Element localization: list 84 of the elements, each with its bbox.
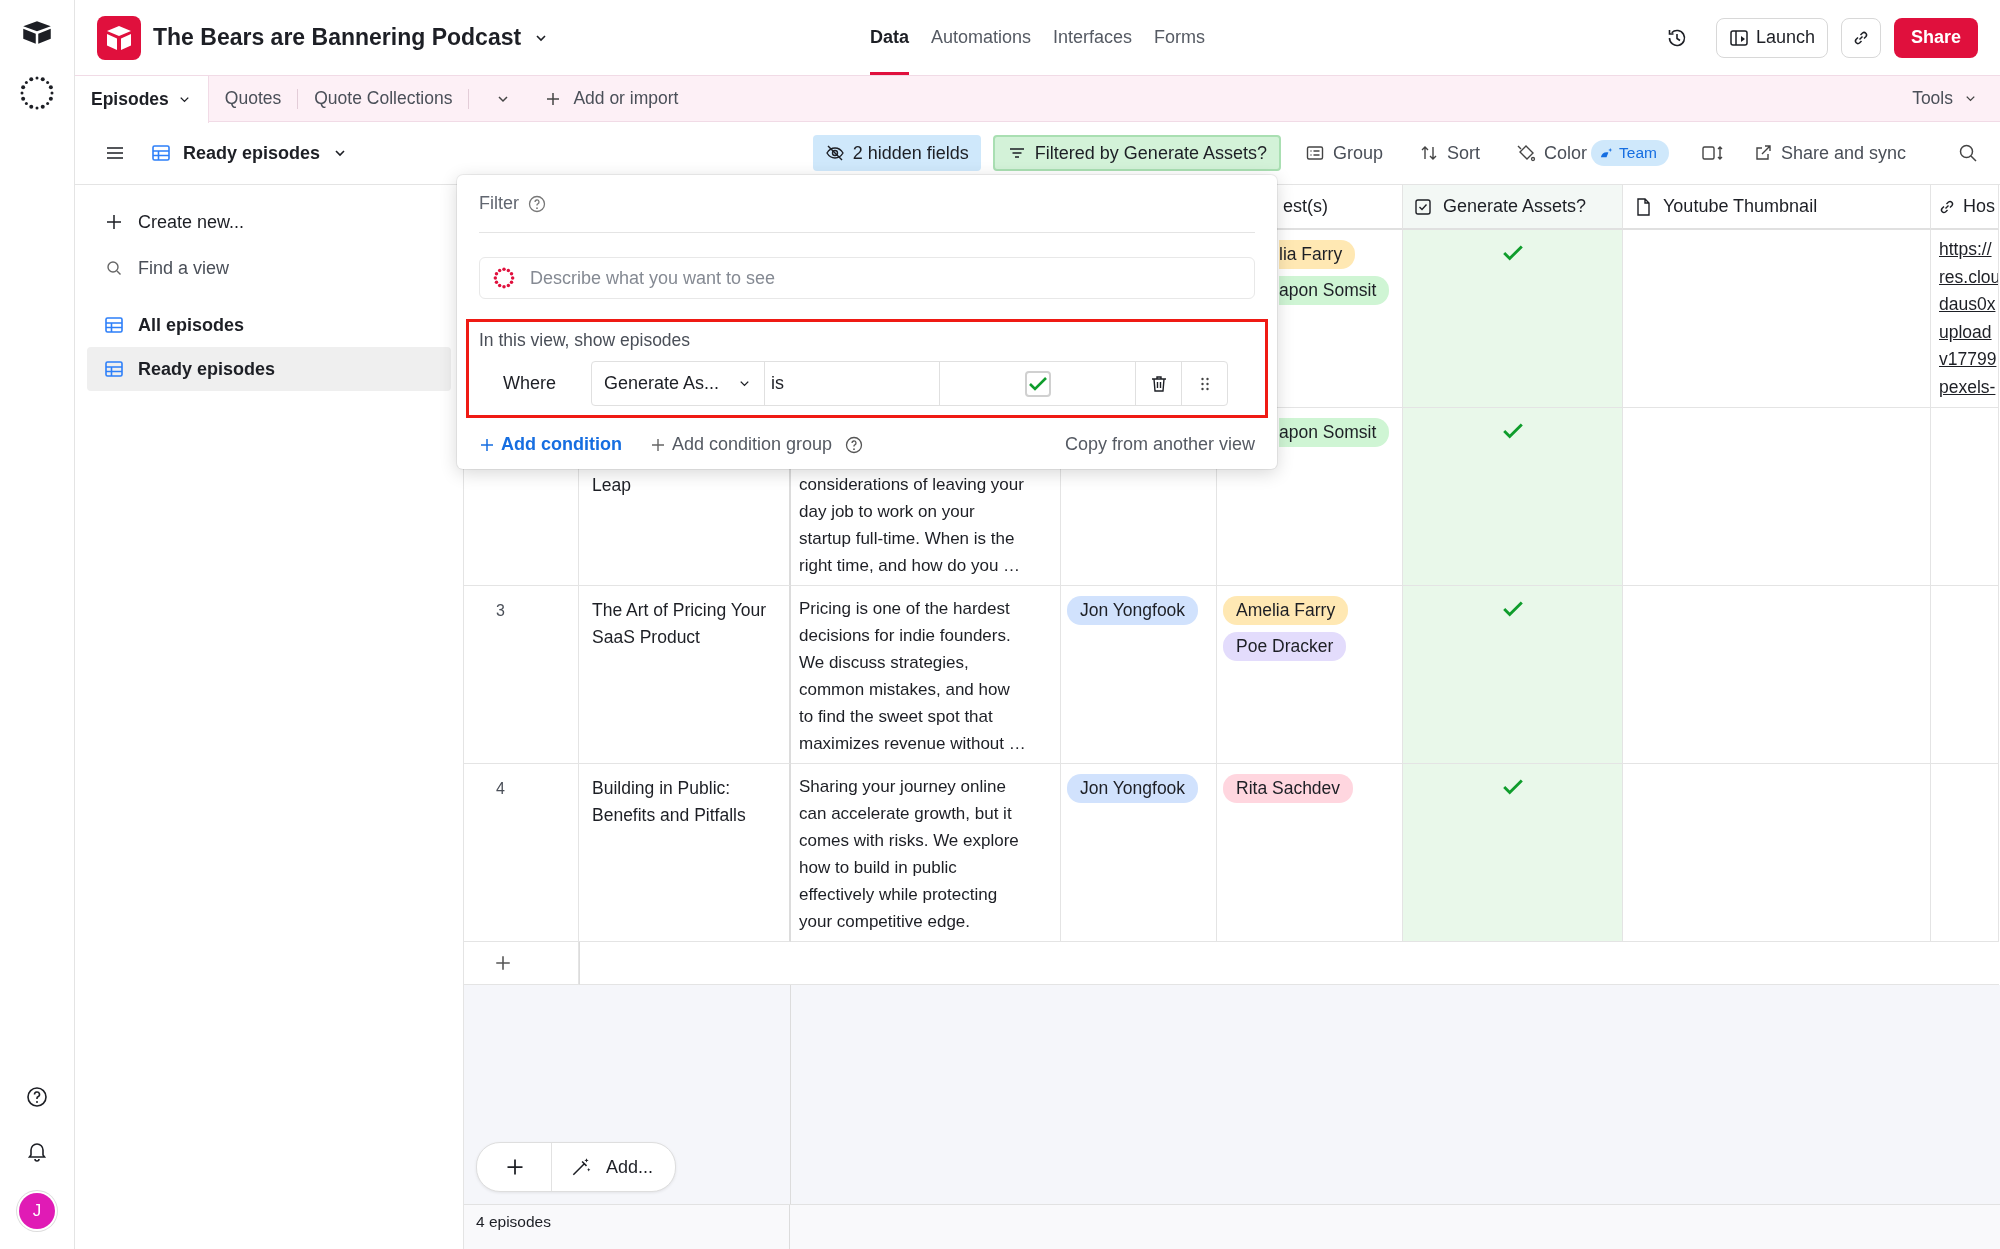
checkmark-icon[interactable] xyxy=(1501,778,1524,796)
value-checkbox[interactable] xyxy=(1024,370,1051,397)
add-with-ai-button[interactable]: Add... xyxy=(552,1156,676,1178)
create-view-button[interactable]: Create new... xyxy=(87,199,451,245)
hidden-fields-button[interactable]: 2 hidden fields xyxy=(812,135,981,171)
filter-button[interactable]: Filtered by Generate Assets? xyxy=(992,135,1281,171)
where-label: Where xyxy=(502,373,557,394)
checkbox-icon xyxy=(1413,196,1433,217)
grid-icon xyxy=(104,359,124,379)
guest-tag: Poe Dracker xyxy=(1223,632,1347,661)
popup-title: Filter xyxy=(479,193,519,214)
search-icon[interactable] xyxy=(1958,143,1978,163)
checkmark-icon xyxy=(1027,375,1048,392)
find-view-field[interactable]: Find a view xyxy=(87,245,451,291)
checkmark-icon[interactable] xyxy=(1501,244,1524,262)
guest-tag: apon Somsit xyxy=(1279,276,1390,305)
plus-icon xyxy=(494,954,512,972)
dotted-ring-icon xyxy=(491,265,517,291)
nav-tab[interactable]: Interfaces xyxy=(1053,0,1133,75)
grid-icon xyxy=(151,143,171,163)
column-header[interactable]: Hos xyxy=(1931,185,1999,230)
add-condition-button[interactable]: Add condition xyxy=(479,434,622,455)
row-number: 3 xyxy=(496,602,505,619)
table-tab[interactable]: Quotes xyxy=(208,76,298,121)
user-avatar[interactable]: J xyxy=(19,1193,55,1229)
grid-icon xyxy=(104,315,124,335)
drag-handle-icon xyxy=(1199,375,1210,392)
base-title[interactable]: The Bears are Bannering Podcast xyxy=(153,24,522,51)
operator-select[interactable]: is xyxy=(765,362,940,405)
episode-description: Sharing your journey online can accelerate growth, but it comes with risks. We explore how to build in public effectively while protecting your competitive edge. xyxy=(799,776,1019,933)
share-and-sync-button[interactable]: Share and sync xyxy=(1740,135,1918,171)
checkmark-icon[interactable] xyxy=(1501,600,1524,618)
guest-tag: lia Farry xyxy=(1279,240,1356,269)
ai-filter-field[interactable]: Describe what you want to see xyxy=(479,257,1255,299)
logo-icon[interactable] xyxy=(22,20,52,45)
group-button[interactable]: Group xyxy=(1292,135,1395,171)
eye-off-icon xyxy=(824,143,845,163)
column-header[interactable]: Generate Assets? xyxy=(1403,185,1623,230)
filter-intro: In this view, show episodes xyxy=(479,330,692,351)
list-icon xyxy=(1304,143,1325,163)
row-number: 4 xyxy=(496,780,505,797)
field-select[interactable]: Generate As... xyxy=(592,362,765,405)
nav-tab[interactable]: Forms xyxy=(1154,0,1206,75)
record-count: 4 episodes xyxy=(464,1205,790,1249)
plus-icon xyxy=(650,436,666,453)
plus-icon xyxy=(545,90,562,107)
tools-menu[interactable]: Tools xyxy=(1912,88,2000,109)
help-icon[interactable] xyxy=(25,1085,49,1109)
host-tag: Jon Yongfook xyxy=(1067,774,1199,803)
episode-title: The Art of Pricing Your SaaS Product xyxy=(592,599,768,649)
view-list-item[interactable]: Ready episodes xyxy=(87,347,451,391)
color-button[interactable]: Color xyxy=(1504,135,1591,171)
add-or-import-button[interactable]: Add or import xyxy=(545,88,679,109)
plus-icon xyxy=(479,436,495,453)
share-button[interactable]: Share xyxy=(1893,17,1978,58)
episode-description: Pricing is one of the hardest decisions for indie founders. We discuss strategies, common mistakes, and how to find the sweet spot that maximizes revenue without … xyxy=(799,598,1026,755)
team-badge[interactable]: Team xyxy=(1591,140,1669,166)
plus-icon xyxy=(104,212,124,232)
checkmark-icon[interactable] xyxy=(1501,422,1524,440)
launch-icon xyxy=(1728,27,1749,48)
guest-tag: apon Somsit xyxy=(1279,418,1390,447)
help-icon[interactable] xyxy=(844,434,865,455)
add-condition-group-button[interactable]: Add condition group xyxy=(650,434,833,455)
copy-link-button[interactable] xyxy=(1840,17,1881,58)
host-tag: Jon Yongfook xyxy=(1067,596,1199,625)
sort-button[interactable]: Sort xyxy=(1407,135,1492,171)
copy-from-view-button[interactable]: Copy from another view xyxy=(1064,434,1255,455)
paint-bucket-icon xyxy=(1516,143,1536,163)
magic-wand-icon xyxy=(570,1156,592,1178)
table-tab[interactable]: Episodes xyxy=(75,75,209,123)
episode-description: considerations of leaving your day job to work on your startup full-time. When is the right time, and how do you … xyxy=(799,474,1024,577)
nav-tab[interactable]: Automations xyxy=(930,0,1031,75)
episode-title: Building in Public: Benefits and Pitfalls xyxy=(592,777,747,827)
table-tab[interactable]: Quote Collections xyxy=(298,76,469,121)
episode-title: Leap xyxy=(592,474,632,497)
view-name[interactable]: Ready episodes xyxy=(183,142,321,164)
view-list-item[interactable]: All episodes xyxy=(87,303,451,347)
row-height-icon[interactable] xyxy=(1700,143,1725,163)
plus-icon[interactable] xyxy=(505,1157,525,1177)
launch-button[interactable]: Launch xyxy=(1715,17,1828,58)
guest-tag: Amelia Farry xyxy=(1223,596,1349,625)
base-logo-icon[interactable] xyxy=(97,15,141,60)
column-header[interactable]: Youtube Thumbnail xyxy=(1623,185,1931,230)
guest-tag: Rita Sachdev xyxy=(1223,774,1354,803)
